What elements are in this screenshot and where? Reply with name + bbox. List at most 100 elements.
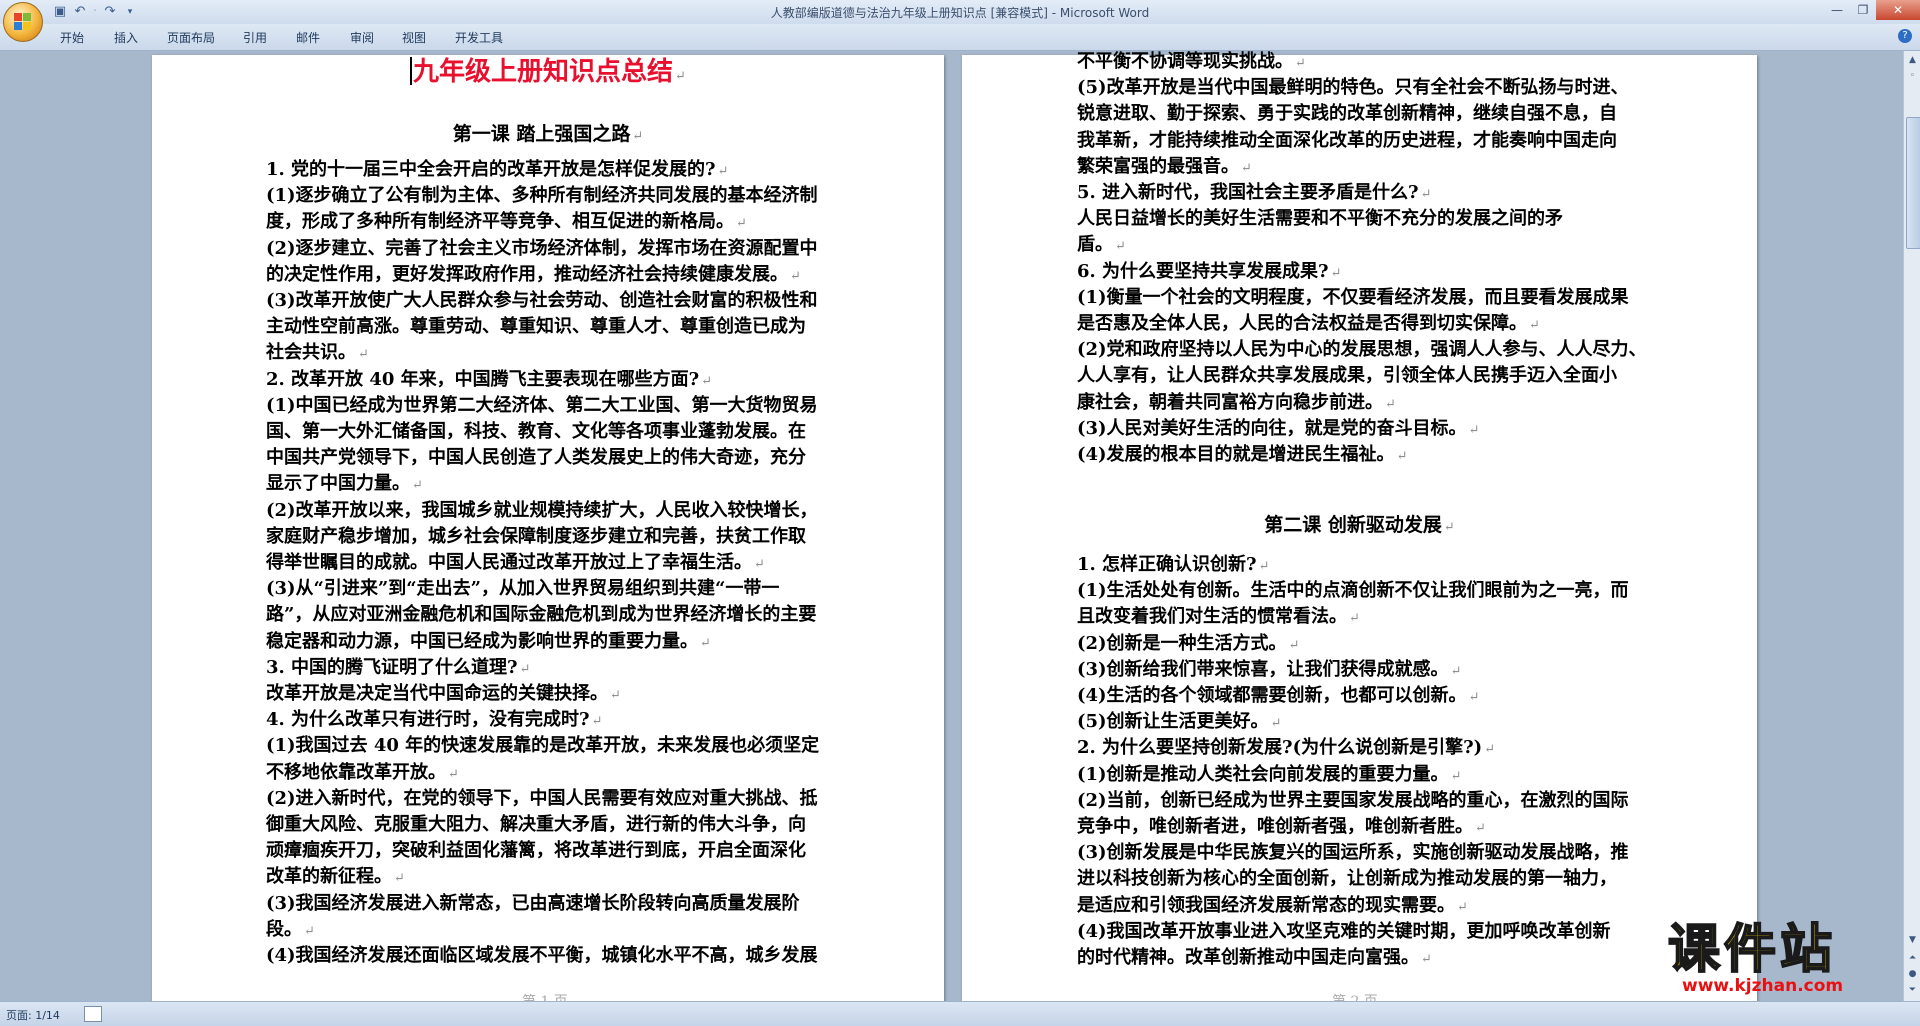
- scroll-up-icon[interactable]: ▲: [1906, 53, 1919, 67]
- tab-view[interactable]: 视图: [402, 29, 426, 46]
- document-line: (2)党和政府坚持以人民为中心的发展思想，强调人人参与、人人尽力、: [1077, 339, 1647, 361]
- document-line: (1)创新是推动人类社会向前发展的重要力量。 ↵: [1077, 763, 1462, 785]
- paragraph-mark-icon: ↵: [754, 557, 765, 572]
- paragraph-mark-icon: ↵: [591, 714, 603, 730]
- document-line: 社会共识。 ↵: [266, 342, 369, 364]
- document-line: 家庭财产稳步增加，城乡社会保障制度逐步建立和完善，扶贫工作取: [266, 525, 806, 547]
- document-line: 2. 为什么要坚持创新发展?(为什么说创新是引擎?) ↵: [1077, 737, 1496, 759]
- document-line: 盾。 ↵: [1077, 234, 1126, 256]
- paragraph-mark-icon: ↵: [412, 478, 423, 494]
- document-line: 竞争中，唯创新者进，唯创新者强，唯创新者胜。 ↵: [1077, 816, 1486, 837]
- document-line: 进以科技创新为核心的全面创新，让创新成为推动发展的第一轴力，: [1077, 868, 1617, 890]
- paragraph-mark-icon: ↵: [304, 923, 315, 939]
- watermark-name: 课件站: [1667, 920, 1837, 980]
- paragraph-mark-icon: ↵: [1288, 637, 1300, 653]
- document-line: 御重大风险、克服重大阻力、解决重大矛盾，进行新的伟大斗争，向: [266, 814, 806, 835]
- document-line: 国、第一大外汇储备国，科技、教育、文化等各项事业蓬勃发展。在: [266, 421, 806, 442]
- document-line: 人人享有，让人民群众共享发展成果，引领全体人民携手迈入全面小: [1077, 365, 1617, 387]
- select-browse-object-icon[interactable]: ●: [1906, 967, 1919, 981]
- document-line: (3)创新给我们带来惊喜，让我们获得成就感。 ↵: [1077, 658, 1462, 680]
- page-1[interactable]: 九年级上册知识点总结 ↵ 第一课 踏上强国之路 ↵ 1. 党的十一届三中全会开启的改…: [152, 55, 944, 1001]
- paragraph-mark-icon: ↵: [1484, 742, 1496, 758]
- page-counter[interactable]: 页面: 1/14: [6, 1007, 60, 1023]
- tab-references[interactable]: 引用: [243, 29, 267, 46]
- document-line: (1)生活处处有创新。生活中的点滴创新不仅让我们眼前为之一亮，而: [1077, 580, 1629, 602]
- paragraph-mark-icon: ↵: [1330, 265, 1342, 281]
- office-button[interactable]: [3, 2, 43, 42]
- document-line: (3)创新发展是中华民族复兴的国运所系，实施创新驱动发展战略，推: [1077, 842, 1629, 864]
- document-line: 顽瘴痼疾开刀，突破利益固化藩篱，将改革进行到底，开启全面深化: [266, 840, 806, 862]
- tab-page-layout[interactable]: 页面布局: [167, 29, 215, 46]
- paragraph-mark-icon: ↵: [1450, 768, 1462, 784]
- document-line: (4)我国经济发展还面临区域发展不平衡，城镇化水平不高，城乡发展: [266, 945, 818, 966]
- tab-mailings[interactable]: 邮件: [296, 29, 320, 46]
- scroll-thumb[interactable]: [1906, 117, 1920, 249]
- text-cursor: [410, 57, 413, 85]
- window-title: 人教部编版道德与法治九年级上册知识点 [兼容模式] - Microsoft Wo…: [770, 6, 1150, 20]
- document-title: 九年级上册知识点总结 ↵: [152, 55, 944, 94]
- help-icon[interactable]: ?: [1898, 29, 1912, 43]
- document-line: 的决定性作用，更好发挥政府作用，推动经济社会持续健康发展。 ↵: [266, 263, 801, 285]
- document-line: 6. 为什么要坚持共享发展成果? ↵: [1077, 260, 1342, 282]
- document-line: 改革开放是决定当代中国命运的关键抉择。 ↵: [266, 683, 621, 704]
- document-line: 1. 党的十一届三中全会开启的改革开放是怎样促发展的? ↵: [266, 159, 729, 180]
- ribbon-tabs: 开始 插入 页面布局 引用 邮件 审阅 视图 开发工具 ?: [0, 24, 1920, 51]
- tab-home[interactable]: 开始: [60, 29, 84, 46]
- ruler-toggle-icon[interactable]: ◦: [1906, 69, 1919, 83]
- paragraph-mark-icon: ↵: [1468, 690, 1480, 705]
- document-line: 的时代精神。改革创新推动中国走向富强。 ↵: [1077, 947, 1432, 968]
- next-page-icon[interactable]: ⏷: [1906, 983, 1919, 997]
- paragraph-mark-icon: ↵: [1468, 422, 1480, 438]
- document-line: (3)我国经济发展进入新常态，已由高速增长阶段转向高质量发展阶: [266, 892, 800, 914]
- document-line: 中国共产党领导下，中国人民创造了人类发展史上的伟大奇迹，充分: [266, 447, 806, 469]
- document-line: (5)改革开放是当代中国最鲜明的特色。只有全社会不断弘扬与时进、: [1077, 77, 1629, 99]
- document-line: (4)生活的各个领域都需要创新，也都可以创新。 ↵: [1077, 685, 1480, 706]
- vertical-scrollbar[interactable]: ▲ ◦ ▼ ⏶ ● ⏷: [1903, 51, 1920, 1001]
- minimize-icon[interactable]: —: [1824, 0, 1850, 20]
- document-line: (2)进入新时代，在党的领导下，中国人民需要有效应对重大挑战、抵: [266, 787, 818, 809]
- document-line: 2. 改革开放 40 年来，中国腾飞主要表现在哪些方面? ↵: [266, 368, 713, 390]
- page-footer: 第 2 页: [1332, 991, 1378, 1001]
- document-line: 人民日益增长的美好生活需要和不平衡不充分的发展之间的矛: [1077, 208, 1563, 230]
- document-line: (1)中国已经成为世界第二大经济体、第二大工业国、第一大货物贸易: [266, 394, 818, 416]
- paragraph-mark-icon: ↵: [1420, 187, 1432, 202]
- page-2[interactable]: 不平衡不协调等现实挑战。 ↵ (5)改革开放是当代中国最鲜明的特色。只有全社会不断弘…: [962, 51, 1757, 1001]
- paragraph-mark-icon: ↵: [1258, 559, 1270, 574]
- scroll-down-icon[interactable]: ▼: [1906, 933, 1919, 947]
- document-line: 繁荣富强的最强音。 ↵: [1077, 155, 1252, 177]
- tab-insert[interactable]: 插入: [114, 29, 138, 46]
- document-line: (2)逐步建立、完善了社会主义市场经济体制，发挥市场在资源配置中: [266, 237, 818, 259]
- tab-developer[interactable]: 开发工具: [455, 29, 503, 46]
- document-line: 稳定器和动力源，中国已经成为影响世界的重要力量。 ↵: [266, 630, 711, 652]
- document-line: 主动性空前高涨。尊重劳动、尊重知识、尊重人才、尊重创造已成为: [266, 316, 806, 338]
- document-line: 段。 ↵: [266, 918, 315, 940]
- document-line: 路”，从应对亚洲金融危机和国际金融危机到成为世界经济增长的主要: [266, 604, 817, 626]
- paragraph-mark-icon: ↵: [736, 216, 747, 232]
- status-bar: 页面: 1/14: [0, 1001, 1920, 1026]
- document-line: (2)当前，创新已经成为世界主要国家发展战略的重心，在激烈的国际: [1077, 789, 1629, 811]
- document-line: 改革的新征程。 ↵: [266, 866, 405, 888]
- document-line: 且改变着我们对生活的惯常看法。 ↵: [1077, 606, 1360, 628]
- document-line: 度，形成了多种所有制经济平等竞争、相互促进的新格局。 ↵: [266, 211, 747, 233]
- document-line: (3)从“引进来”到“走出去”，从加入世界贸易组织到共建“一带一: [266, 578, 780, 600]
- maximize-icon[interactable]: ❐: [1850, 0, 1876, 20]
- document-line: (2)创新是一种生活方式。 ↵: [1077, 632, 1300, 654]
- tab-review[interactable]: 审阅: [350, 29, 374, 46]
- paragraph-mark-icon: ↵: [1457, 899, 1468, 915]
- document-line: 是否惠及全体人民，人民的合法权益是否得到切实保障。 ↵: [1077, 313, 1540, 334]
- title-bar: ▣ ↶ · ↷ ▾ 人教部编版道德与法治九年级上册知识点 [兼容模式] - Mi…: [0, 0, 1920, 25]
- track-changes-icon[interactable]: [84, 1006, 102, 1022]
- paragraph-mark-icon: ↵: [1115, 239, 1126, 255]
- window-controls: — ❐ ✕: [1824, 0, 1920, 22]
- close-icon[interactable]: ✕: [1876, 0, 1920, 20]
- document-area[interactable]: 九年级上册知识点总结 ↵ 第一课 踏上强国之路 ↵ 1. 党的十一届三中全会开启的改…: [0, 51, 1903, 1001]
- document-line: (3)人民对美好生活的向往，就是党的奋斗目标。 ↵: [1077, 417, 1480, 439]
- document-line: 3. 中国的腾飞证明了什么道理? ↵: [266, 656, 531, 678]
- paragraph-mark-icon: ↵: [1349, 611, 1360, 627]
- paragraph-mark-icon: ↵: [1385, 396, 1396, 412]
- office-logo-icon: [14, 13, 32, 31]
- document-line: (4)发展的根本目的就是增进民生福祉。 ↵: [1077, 444, 1408, 465]
- previous-page-icon[interactable]: ⏶: [1906, 951, 1919, 965]
- paragraph-mark-icon: ↵: [1529, 318, 1540, 333]
- document-line: (1)衡量一个社会的文明程度，不仅要看经济发展，而且要看发展成果: [1077, 286, 1629, 308]
